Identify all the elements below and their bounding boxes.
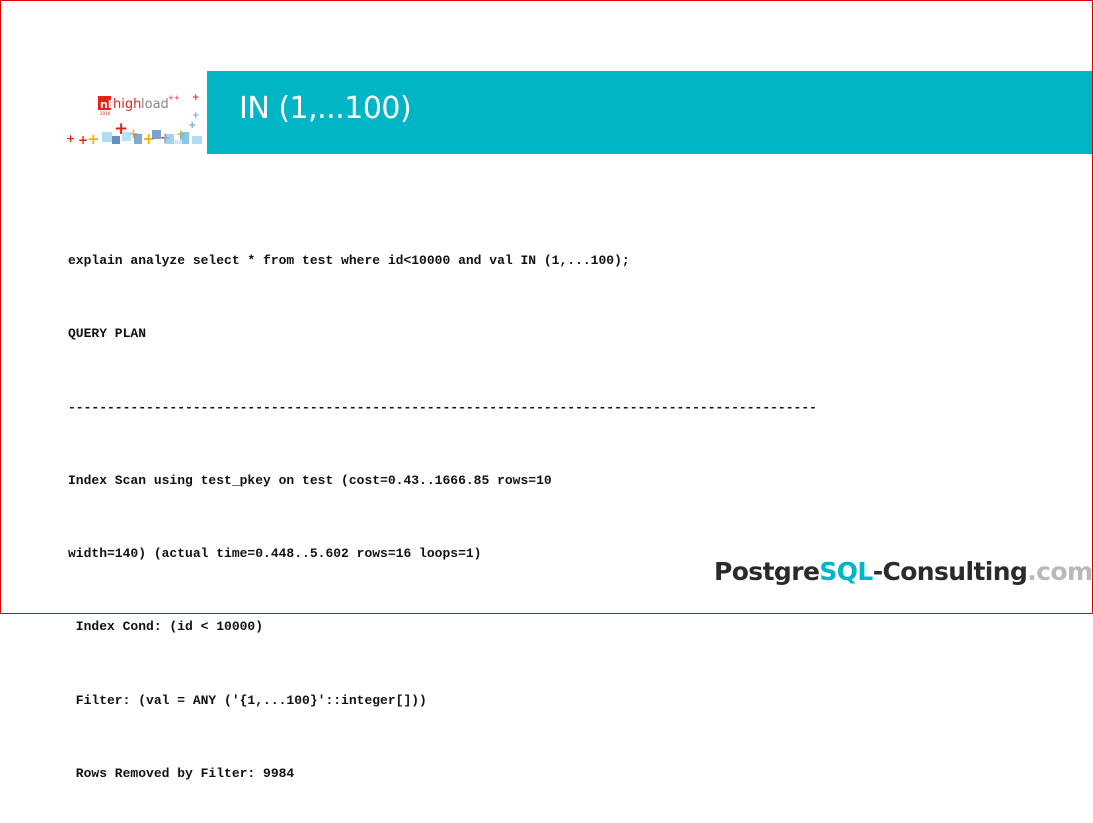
brand-part: Postgre xyxy=(714,557,820,586)
svg-text:+: + xyxy=(192,93,200,103)
title-bar: IN (1,...100) xyxy=(207,71,1092,154)
query-line: explain analyze select * from test where… xyxy=(68,253,630,268)
svg-text:2016: 2016 xyxy=(100,111,111,116)
svg-text:load: load xyxy=(141,97,169,112)
svg-text:+: + xyxy=(66,132,75,145)
slide-title: IN (1,...100) xyxy=(239,91,412,126)
footer-brand: PostgreSQL-Consulting.com xyxy=(714,557,1093,586)
plan-line: Filter: (val = ANY ('{1,...100}'::intege… xyxy=(68,692,427,708)
highload-logo: nl high load ++ 2016 + + + + + + + + + +… xyxy=(64,88,204,150)
query-plan-header: QUERY PLAN xyxy=(68,326,147,342)
brand-part: -Consulting xyxy=(872,557,1028,586)
separator-line: ----------------------------------------… xyxy=(68,399,817,415)
plan-line: Index Cond: (id < 10000) xyxy=(68,619,264,635)
svg-text:+: + xyxy=(188,120,196,131)
plan-line: Index Scan using test_pkey on test (cost… xyxy=(68,472,552,488)
brand-part: SQL xyxy=(819,557,873,586)
query-plan-block: explain analyze select * from test where… xyxy=(68,222,817,823)
svg-text:+: + xyxy=(192,111,200,121)
highload-logo-graphic: nl high load ++ 2016 + + + + + + + + + +… xyxy=(66,93,202,148)
logo-text: high xyxy=(113,97,141,112)
plan-line: Rows Removed by Filter: 9984 xyxy=(68,766,295,782)
brand-part: .com xyxy=(1027,557,1093,586)
plan-line: width=140) (actual time=0.448..5.602 row… xyxy=(68,546,482,562)
svg-text:+: + xyxy=(87,130,100,148)
svg-text:nl: nl xyxy=(100,98,112,111)
svg-text:++: ++ xyxy=(168,94,180,102)
